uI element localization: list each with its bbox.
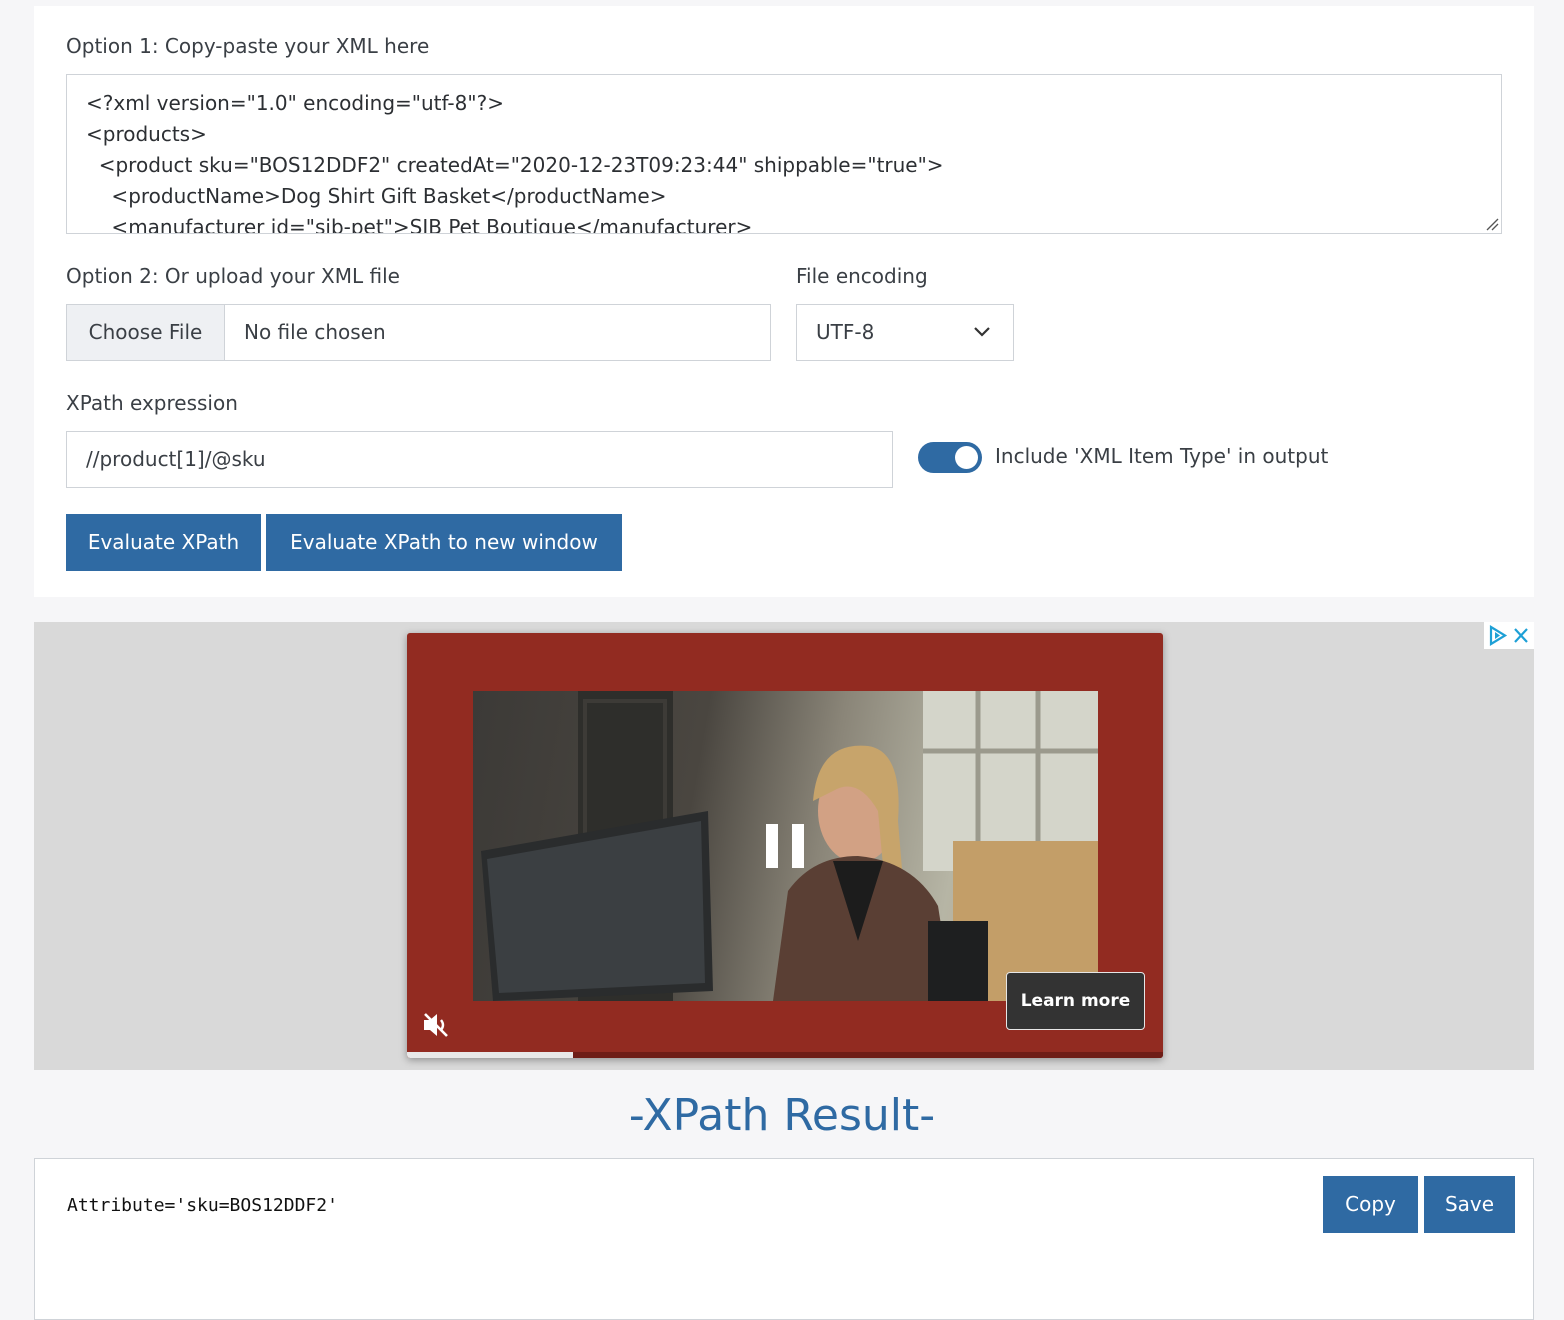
ad-badge <box>1484 622 1534 649</box>
xpath-input[interactable]: //product[1]/@sku <box>66 431 893 488</box>
result-output: Attribute='sku=BOS12DDF2' <box>67 1195 338 1216</box>
save-button[interactable]: Save <box>1424 1176 1515 1233</box>
close-ad-icon[interactable] <box>1514 628 1528 643</box>
video-progress-fill <box>407 1052 574 1058</box>
xml-textarea[interactable]: <?xml version="1.0" encoding="utf-8"?> <… <box>66 74 1502 234</box>
xml-line: <manufacturer id="sjb-pet">SJB Pet Bouti… <box>86 215 753 234</box>
file-status-text: No file chosen <box>244 320 386 344</box>
ad-video-player[interactable]: Learn more <box>407 633 1163 1058</box>
resize-grip-icon[interactable] <box>1485 217 1499 231</box>
learn-more-button[interactable]: Learn more <box>1006 972 1145 1030</box>
option2-label: Option 2: Or upload your XML file <box>66 264 400 288</box>
include-type-toggle[interactable] <box>918 442 982 473</box>
muted-icon[interactable] <box>421 1011 451 1039</box>
file-upload-field[interactable]: Choose File No file chosen <box>66 304 771 361</box>
encoding-select[interactable]: UTF-8 <box>796 304 1014 361</box>
xml-line: <product sku="BOS12DDF2" createdAt="2020… <box>86 153 944 177</box>
xpath-form-card: Option 1: Copy-paste your XML here <?xml… <box>34 6 1534 597</box>
evaluate-xpath-button[interactable]: Evaluate XPath <box>66 514 261 571</box>
ad-banner: Learn more <box>34 622 1534 1070</box>
encoding-label: File encoding <box>796 264 928 288</box>
pause-icon[interactable] <box>765 823 805 869</box>
toggle-knob <box>955 446 978 469</box>
option1-label: Option 1: Copy-paste your XML here <box>66 34 430 58</box>
result-panel: Attribute='sku=BOS12DDF2' Copy Save <box>34 1158 1534 1320</box>
xml-line: <?xml version="1.0" encoding="utf-8"?> <box>86 91 504 115</box>
video-progress-bar[interactable] <box>407 1052 1163 1058</box>
adchoices-icon[interactable] <box>1489 625 1508 646</box>
xml-line: <productName>Dog Shirt Gift Basket</prod… <box>86 184 667 208</box>
result-title: -XPath Result- <box>628 1090 936 1141</box>
xpath-label: XPath expression <box>66 391 238 415</box>
video-frame[interactable] <box>473 691 1098 1001</box>
evaluate-new-window-button[interactable]: Evaluate XPath to new window <box>266 514 622 571</box>
xpath-input-value: //product[1]/@sku <box>86 447 266 471</box>
xml-line: <products> <box>86 122 207 146</box>
copy-button[interactable]: Copy <box>1323 1176 1418 1233</box>
include-type-label: Include 'XML Item Type' in output <box>995 444 1329 468</box>
choose-file-button[interactable]: Choose File <box>67 305 225 360</box>
chevron-down-icon <box>974 327 990 337</box>
encoding-selected-value: UTF-8 <box>816 320 875 344</box>
